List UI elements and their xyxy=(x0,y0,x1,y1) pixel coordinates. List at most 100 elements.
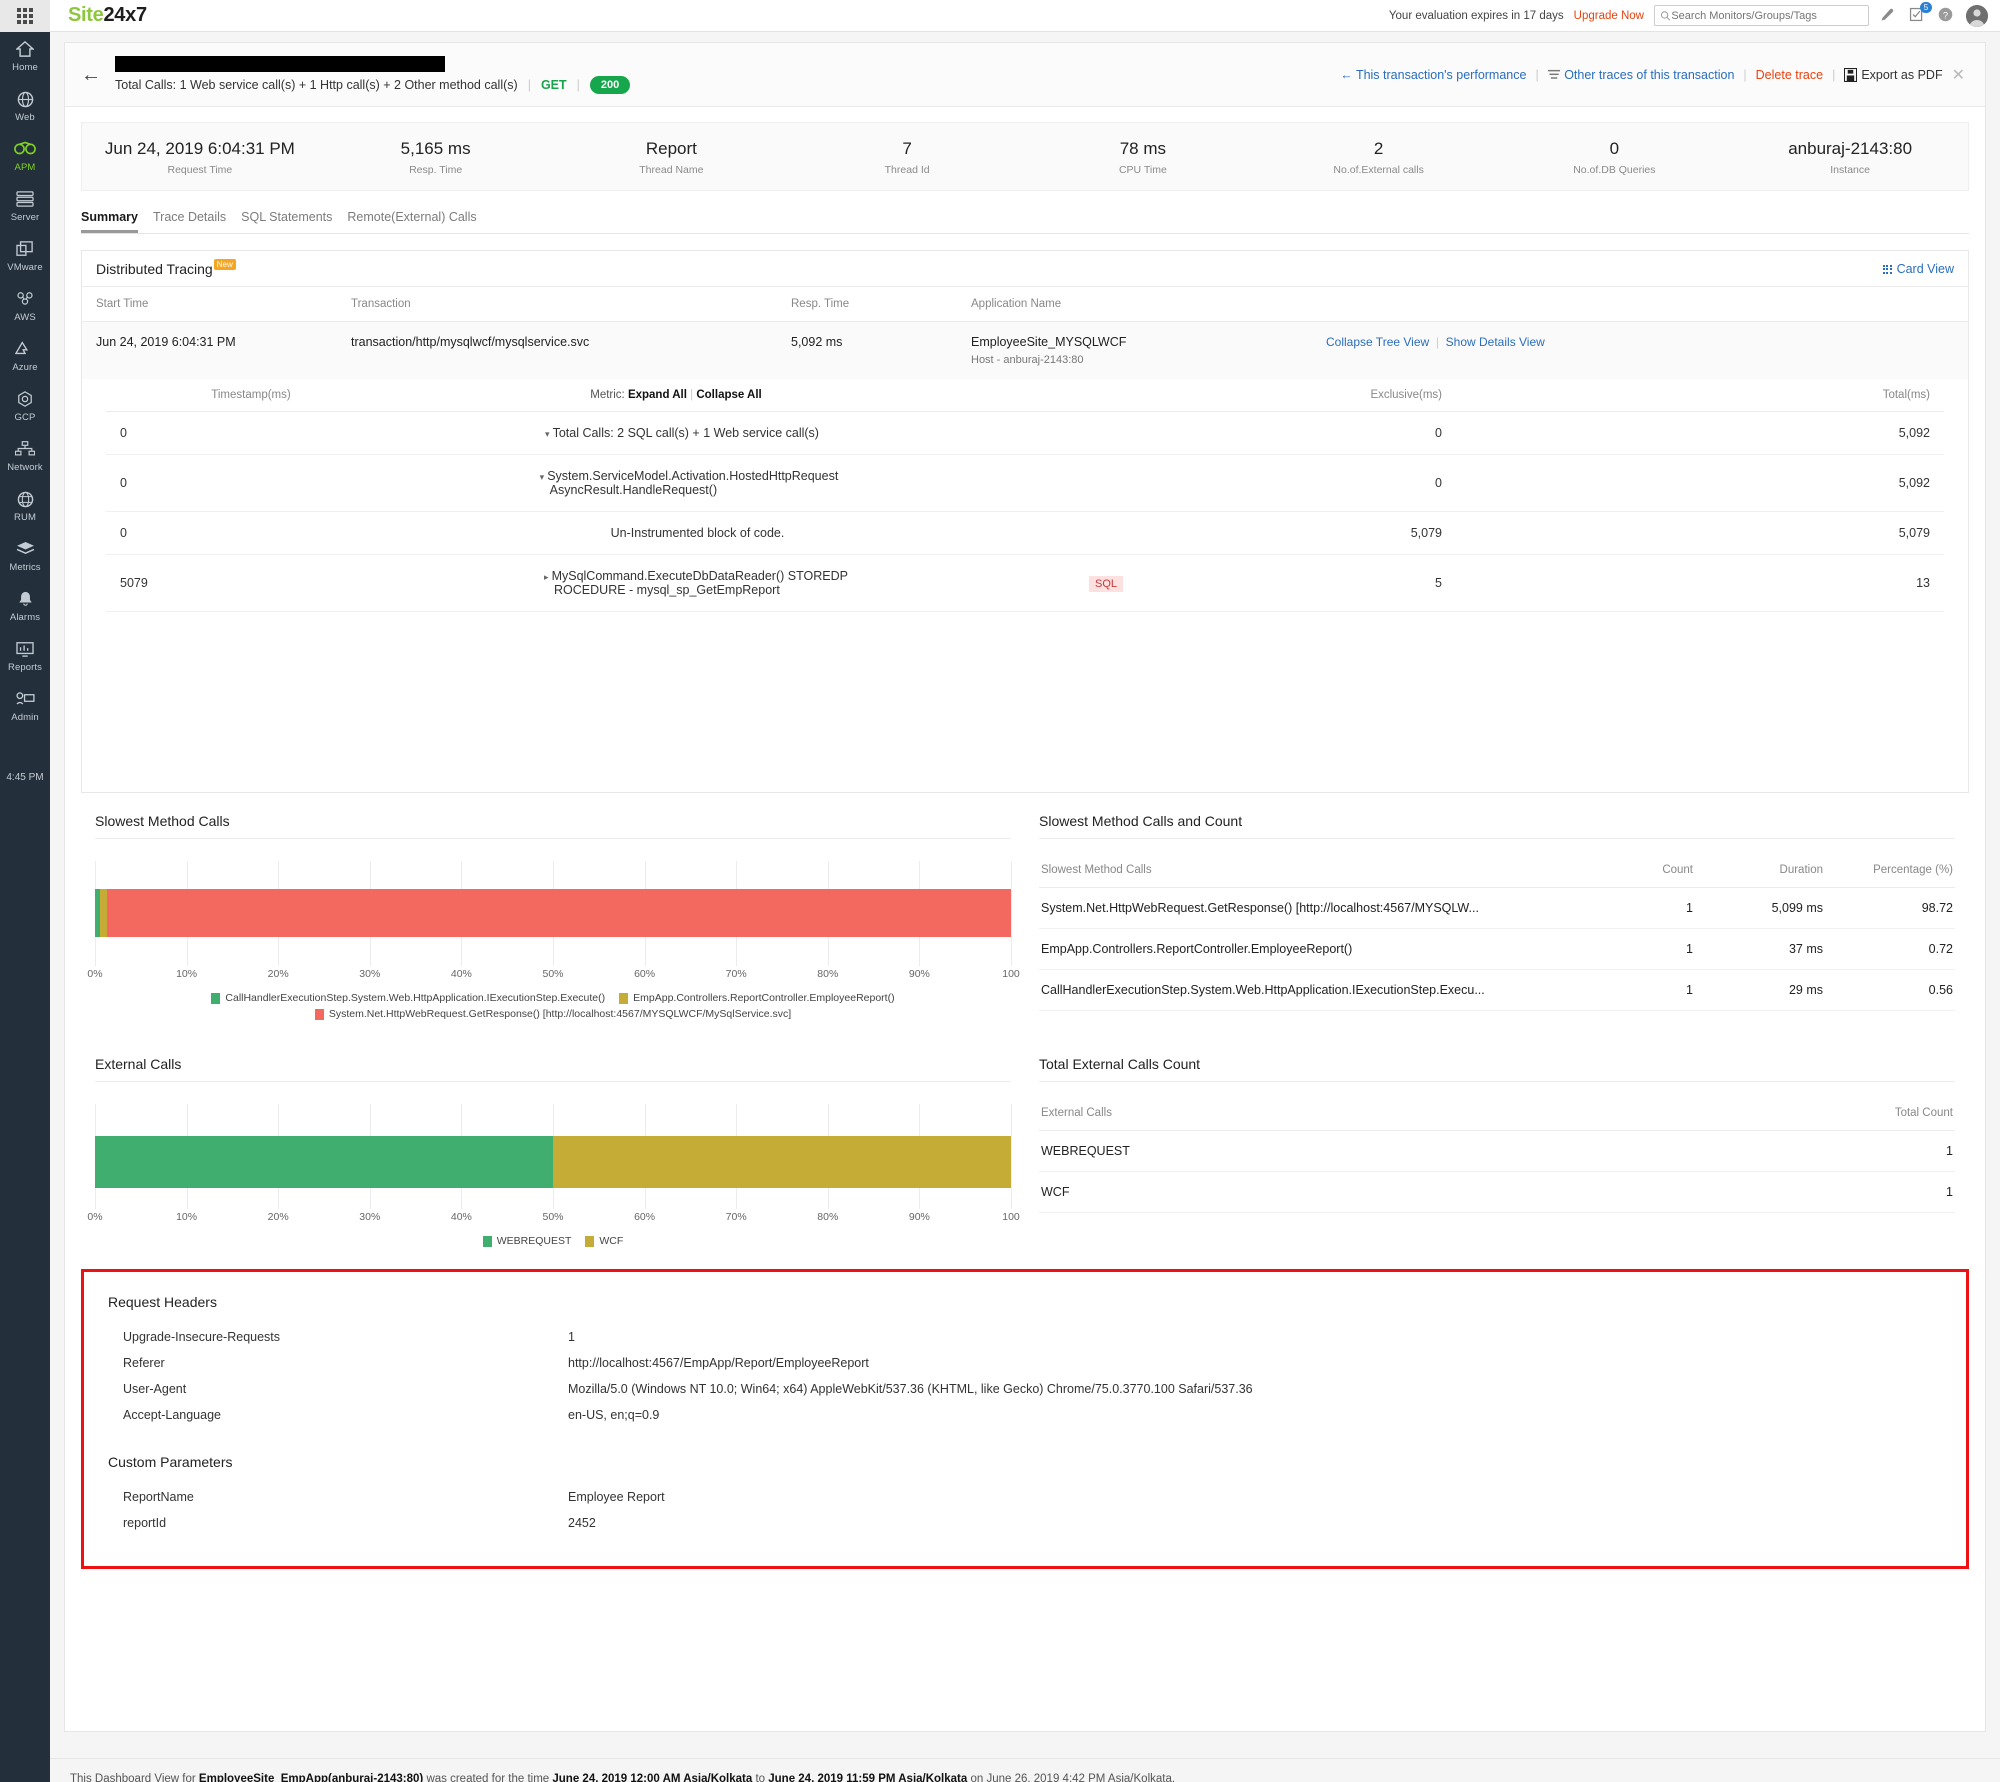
slowest-method-header-row: Slowest Method Calls Count Duration Perc… xyxy=(1039,853,1955,888)
cell-total: 5,079 xyxy=(1456,511,1944,555)
svg-text:?: ? xyxy=(1943,10,1948,20)
cell-metric: Un-Instrumented block of code. xyxy=(396,511,956,555)
chart-x-axis-1: 0% 10% 20% 30% 40% 50% 60% 70% 80% 90% 100 xyxy=(87,1211,1019,1229)
notification-badge: 5 xyxy=(1920,2,1932,13)
card-view-toggle[interactable]: Card View xyxy=(1882,262,1954,276)
search-box[interactable] xyxy=(1654,5,1869,26)
sidebar-item-gcp[interactable]: GCP xyxy=(0,382,50,432)
legend-item[interactable]: CallHandlerExecutionStep.System.Web.Http… xyxy=(211,992,605,1004)
stat-value: anburaj-2143:80 xyxy=(1788,139,1913,158)
bell-icon xyxy=(0,591,50,611)
close-icon[interactable]: ✕ xyxy=(1952,65,1965,85)
trace-tree-row[interactable]: 0 ▾ System.ServiceModel.Activation.HostedH… xyxy=(106,454,1944,512)
trace-header: ← Total Calls: 1 Web service call(s) + 1… xyxy=(65,43,1985,107)
sidebar-item-aws[interactable]: AWS xyxy=(0,282,50,332)
axis-tick-label: 90% xyxy=(908,1211,930,1223)
trace-tree-row[interactable]: 0 Un-Instrumented block of code. 5,079 5,07… xyxy=(106,511,1944,555)
sidebar-item-web[interactable]: Web xyxy=(0,82,50,132)
feedback-icon[interactable] xyxy=(1879,6,1898,25)
chart-bar-segment[interactable] xyxy=(95,1136,553,1188)
expand-all-link[interactable]: Expand All xyxy=(628,389,687,401)
axis-tick-label: 30% xyxy=(359,1211,381,1223)
axis-tick-label: 70% xyxy=(725,968,747,980)
export-pdf-button[interactable]: Export as PDF xyxy=(1844,68,1943,82)
trace-page: ← Total Calls: 1 Web service call(s) + 1… xyxy=(64,42,1986,1732)
sidebar-item-home[interactable]: Home xyxy=(0,32,50,82)
upgrade-now-link[interactable]: Upgrade Now xyxy=(1574,10,1644,22)
table-row[interactable]: EmpApp.Controllers.ReportController.Empl… xyxy=(1039,928,1955,970)
trace-tabs: Summary Trace Details SQL Statements Remote… xyxy=(81,210,1969,234)
axis-tick-label: 60% xyxy=(634,1211,656,1223)
admin-icon xyxy=(0,691,50,711)
sidebar-item-reports[interactable]: Reports xyxy=(0,632,50,682)
tab-sql-statements[interactable]: SQL Statements xyxy=(241,210,332,233)
sidebar-item-metrics[interactable]: Metrics xyxy=(0,532,50,582)
chart-plot-area-1 xyxy=(95,1104,1012,1209)
sidebar-item-admin[interactable]: Admin xyxy=(0,682,50,732)
other-traces-link[interactable]: Other traces of this transaction xyxy=(1547,68,1735,82)
charts-row-2: External Calls 0% 10% 20% 30% 40% 50% 60% 70% 80… xyxy=(81,1056,1969,1247)
server-icon xyxy=(0,191,50,211)
sidebar-item-server[interactable]: Server xyxy=(0,182,50,232)
slowest-method-table-section: Slowest Method Calls and Count Slowest M… xyxy=(1025,813,1969,1020)
cell-metric: ▾ System.ServiceModel.Activation.HostedHt… xyxy=(396,454,956,512)
back-arrow-icon[interactable]: ← xyxy=(81,65,101,85)
show-details-view-link[interactable]: Show Details View xyxy=(1446,335,1545,349)
tree-caret-icon[interactable]: ▾ xyxy=(545,429,550,439)
table-row[interactable]: CallHandlerExecutionStep.System.Web.Http… xyxy=(1039,969,1955,1011)
legend-item[interactable]: WCF xyxy=(585,1235,623,1247)
tab-remote-external-calls[interactable]: Remote(External) Calls xyxy=(347,210,476,233)
tree-caret-icon[interactable]: ▾ xyxy=(540,472,545,482)
user-avatar[interactable] xyxy=(1966,4,1988,27)
collapse-all-link[interactable]: Collapse All xyxy=(696,389,761,401)
chart-bar-segment[interactable] xyxy=(553,1136,1011,1188)
cell-total: 13 xyxy=(1456,554,1944,612)
tab-trace-details[interactable]: Trace Details xyxy=(153,210,226,233)
collapse-tree-view-link[interactable]: Collapse Tree View xyxy=(1326,335,1429,349)
table-row[interactable]: System.Net.HttpWebRequest.GetResponse() … xyxy=(1039,887,1955,929)
chart-bar-segment[interactable] xyxy=(100,889,107,937)
tasks-icon[interactable]: 5 xyxy=(1908,2,1932,25)
trace-title-block: Total Calls: 1 Web service call(s) + 1 H… xyxy=(115,56,631,94)
col-start-time: Start Time xyxy=(82,287,337,322)
help-icon[interactable]: ? xyxy=(1937,6,1956,25)
chart-bar-segment[interactable] xyxy=(106,889,1011,937)
axis-tick-label: 0% xyxy=(87,1211,103,1223)
custom-parameters-title: Custom Parameters xyxy=(108,1454,233,1470)
search-input[interactable] xyxy=(1671,9,1863,22)
sidebar-item-apm[interactable]: APM xyxy=(0,132,50,182)
cell-percentage: 0.56 xyxy=(1825,969,1955,1011)
sidebar-item-vmware[interactable]: VMware xyxy=(0,232,50,282)
tree-caret-icon[interactable]: ▸ xyxy=(544,572,549,582)
legend-item[interactable]: System.Net.HttpWebRequest.GetResponse() … xyxy=(95,1008,1011,1020)
table-row[interactable]: WCF 1 xyxy=(1039,1171,1955,1213)
transaction-performance-link[interactable]: ← This transaction's performance xyxy=(1340,68,1526,82)
trace-tree-row[interactable]: 0 ▾ Total Calls: 2 SQL call(s) + 1 Web ser… xyxy=(106,411,1944,455)
cell-external-call: WCF xyxy=(1039,1171,1795,1213)
legend-item[interactable]: EmpApp.Controllers.ReportController.Empl… xyxy=(619,992,895,1004)
external-calls-header-row: External Calls Total Count xyxy=(1039,1096,1955,1131)
tab-summary[interactable]: Summary xyxy=(81,210,138,233)
request-details-highlight-box: Request Headers Upgrade-Insecure-Request… xyxy=(81,1269,1969,1569)
site24x7-logo[interactable]: Site24x7 xyxy=(68,4,147,27)
external-calls-chart-section: External Calls 0% 10% 20% 30% 40% 50% 60% 70% 80… xyxy=(81,1056,1025,1247)
trace-tree-row[interactable]: 5079 ▸ MySqlCommand.ExecuteDbDataReader() … xyxy=(106,554,1944,612)
cell-method-name: EmpApp.Controllers.ReportController.Empl… xyxy=(1039,928,1605,970)
sidebar-item-azure[interactable]: Azure xyxy=(0,332,50,382)
delete-trace-link[interactable]: Delete trace xyxy=(1756,68,1823,82)
table-row[interactable]: WEBREQUEST 1 xyxy=(1039,1130,1955,1172)
custom-parameter-key: ReportName xyxy=(123,1490,194,1504)
sidebar-item-rum[interactable]: RUM xyxy=(0,482,50,532)
table-row[interactable]: Jun 24, 2019 6:04:31 PM transaction/http… xyxy=(82,321,1968,379)
app-grid-button[interactable] xyxy=(0,0,50,32)
sidebar-item-network[interactable]: Network xyxy=(0,432,50,482)
col-resp-time: Resp. Time xyxy=(777,287,957,322)
legend-item[interactable]: WEBREQUEST xyxy=(482,1235,571,1247)
cell-timestamp: 0 xyxy=(106,511,396,555)
cell-tag: SQL xyxy=(956,554,1256,612)
sidebar-item-alarms[interactable]: Alarms xyxy=(0,582,50,632)
cell-metric: ▾ Total Calls: 2 SQL call(s) + 1 Web serv… xyxy=(396,411,956,455)
other-traces-label: Other traces of this transaction xyxy=(1564,68,1735,82)
sidebar-item-label: Admin xyxy=(11,712,39,723)
new-badge: New xyxy=(213,259,236,270)
